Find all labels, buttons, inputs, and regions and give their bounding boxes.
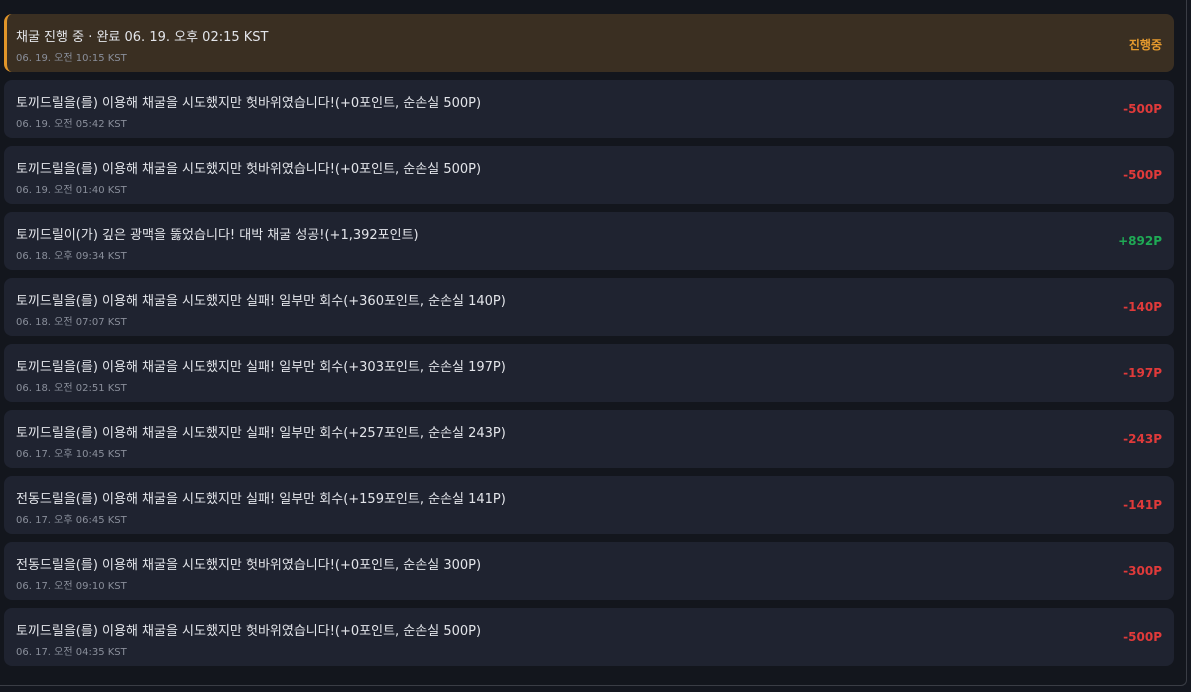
history-amount: +892P [1118, 234, 1162, 248]
history-row[interactable]: 토끼드릴을(를) 이용해 채굴을 시도했지만 헛바위였습니다!(+0포인트, 순… [4, 80, 1174, 138]
history-time: 06. 19. 오전 05:42 KST [16, 119, 127, 130]
history-time: 06. 17. 오전 04:35 KST [16, 647, 127, 658]
history-message: 토끼드릴을(를) 이용해 채굴을 시도했지만 헛바위였습니다!(+0포인트, 순… [16, 162, 482, 177]
history-time: 06. 18. 오후 09:34 KST [16, 251, 127, 262]
history-time: 06. 19. 오전 10:15 KST [16, 53, 127, 64]
history-time: 06. 19. 오전 01:40 KST [16, 185, 127, 196]
history-row[interactable]: 전동드릴을(를) 이용해 채굴을 시도했지만 실패! 일부만 회수(+159포인… [4, 476, 1174, 534]
history-amount: -300P [1123, 564, 1162, 578]
history-row[interactable]: 토끼드릴을(를) 이용해 채굴을 시도했지만 헛바위였습니다!(+0포인트, 순… [4, 146, 1174, 204]
history-amount: -500P [1123, 102, 1162, 116]
history-row[interactable]: 토끼드릴이(가) 깊은 광맥을 뚫었습니다! 대박 채굴 성공!(+1,392포… [4, 212, 1174, 270]
history-message: 토끼드릴을(를) 이용해 채굴을 시도했지만 실패! 일부만 회수(+303포인… [16, 360, 506, 375]
history-message: 전동드릴을(를) 이용해 채굴을 시도했지만 실패! 일부만 회수(+159포인… [16, 492, 506, 507]
history-amount: -141P [1123, 498, 1162, 512]
history-message: 토끼드릴이(가) 깊은 광맥을 뚫었습니다! 대박 채굴 성공!(+1,392포… [16, 228, 419, 243]
history-message: 토끼드릴을(를) 이용해 채굴을 시도했지만 헛바위였습니다!(+0포인트, 순… [16, 624, 482, 639]
history-message: 채굴 진행 중 · 완료 06. 19. 오후 02:15 KST [16, 30, 269, 45]
history-amount: -197P [1123, 366, 1162, 380]
history-amount: -140P [1123, 300, 1162, 314]
history-amount: -243P [1123, 432, 1162, 446]
history-time: 06. 17. 오후 10:45 KST [16, 449, 127, 460]
history-row[interactable]: 토끼드릴을(를) 이용해 채굴을 시도했지만 실패! 일부만 회수(+303포인… [4, 344, 1174, 402]
history-amount: -500P [1123, 630, 1162, 644]
history-message: 토끼드릴을(를) 이용해 채굴을 시도했지만 실패! 일부만 회수(+257포인… [16, 426, 506, 441]
history-amount: 진행중 [1128, 38, 1162, 52]
history-row[interactable]: 전동드릴을(를) 이용해 채굴을 시도했지만 헛바위였습니다!(+0포인트, 순… [4, 542, 1174, 600]
history-message: 토끼드릴을(를) 이용해 채굴을 시도했지만 헛바위였습니다!(+0포인트, 순… [16, 96, 482, 111]
history-row[interactable]: 토끼드릴을(를) 이용해 채굴을 시도했지만 실패! 일부만 회수(+360포인… [4, 278, 1174, 336]
history-row[interactable]: 토끼드릴을(를) 이용해 채굴을 시도했지만 실패! 일부만 회수(+257포인… [4, 410, 1174, 468]
history-row-in-progress[interactable]: 채굴 진행 중 · 완료 06. 19. 오후 02:15 KST 06. 19… [4, 14, 1174, 72]
history-row[interactable]: 토끼드릴을(를) 이용해 채굴을 시도했지만 헛바위였습니다!(+0포인트, 순… [4, 608, 1174, 666]
history-message: 전동드릴을(를) 이용해 채굴을 시도했지만 헛바위였습니다!(+0포인트, 순… [16, 558, 482, 573]
history-time: 06. 17. 오후 06:45 KST [16, 515, 127, 526]
mining-history-list: 채굴 진행 중 · 완료 06. 19. 오후 02:15 KST 06. 19… [4, 14, 1174, 674]
history-time: 06. 18. 오전 07:07 KST [16, 317, 127, 328]
history-time: 06. 18. 오전 02:51 KST [16, 383, 127, 394]
mining-history-panel: 채굴 진행 중 · 완료 06. 19. 오후 02:15 KST 06. 19… [0, 0, 1187, 686]
history-message: 토끼드릴을(를) 이용해 채굴을 시도했지만 실패! 일부만 회수(+360포인… [16, 294, 506, 309]
history-time: 06. 17. 오전 09:10 KST [16, 581, 127, 592]
history-amount: -500P [1123, 168, 1162, 182]
